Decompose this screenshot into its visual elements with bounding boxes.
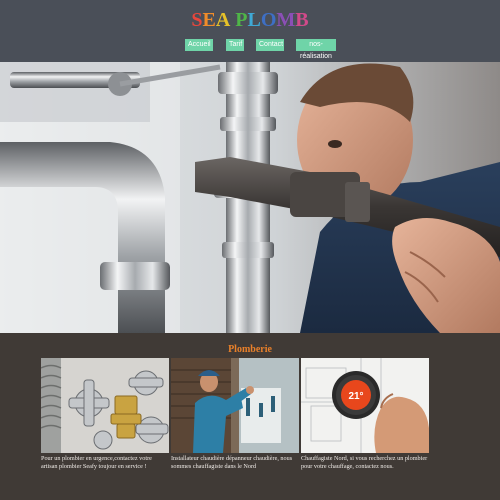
logo-letter: E (202, 9, 216, 31)
plomberie-section: Plomberie Pour un plombier en urgence,co… (0, 333, 500, 500)
service-card-chaudiere[interactable]: Installateur chaudière dépanneur chaudiè… (171, 358, 299, 471)
service-card-urgence[interactable]: Pour un plombier en urgence,contactez vo… (41, 358, 169, 471)
thermostat-reading: 21° (348, 391, 363, 402)
main-nav: Accueil Tarif Contact nos-réalisation (0, 39, 500, 60)
logo-letter: P (235, 9, 248, 31)
thermostat-image: 21° (301, 358, 429, 453)
site-logo[interactable]: SEA PLOMB (0, 9, 500, 32)
card-description: Installateur chaudière dépanneur chaudiè… (171, 455, 293, 470)
plumber-at-work-image (171, 358, 299, 453)
logo-letter: O (260, 9, 277, 31)
nav-item-accueil[interactable]: Accueil (185, 39, 213, 51)
hero-image (0, 62, 500, 333)
logo-letter: L (247, 9, 261, 31)
fittings-illustration (41, 358, 169, 453)
nav-item-realisations[interactable]: nos-réalisation (296, 39, 336, 60)
section-title: Plomberie (228, 344, 272, 355)
logo-letter: B (295, 9, 309, 31)
logo-letter: S (191, 9, 203, 31)
nav-item-contact[interactable]: Contact (256, 39, 284, 51)
thermostat-illustration: 21° (301, 358, 429, 453)
card-description: Chauffagiste Nord, si vous recherchez un… (301, 455, 428, 470)
service-card-chauffage[interactable]: 21° Chauffagiste Nord, si vous recherche… (301, 358, 429, 471)
plumbing-fittings-image (41, 358, 169, 453)
logo-letter: M (276, 9, 296, 31)
site-header: SEA PLOMB Accueil Tarif Contact nos-réal… (0, 0, 500, 62)
card-description: Pour un plombier en urgence,contactez vo… (41, 455, 152, 470)
logo-letter: A (215, 9, 231, 31)
hero-plumber-illustration (0, 62, 500, 333)
nav-item-tarif[interactable]: Tarif (226, 39, 244, 51)
plumber-illustration (171, 358, 299, 453)
